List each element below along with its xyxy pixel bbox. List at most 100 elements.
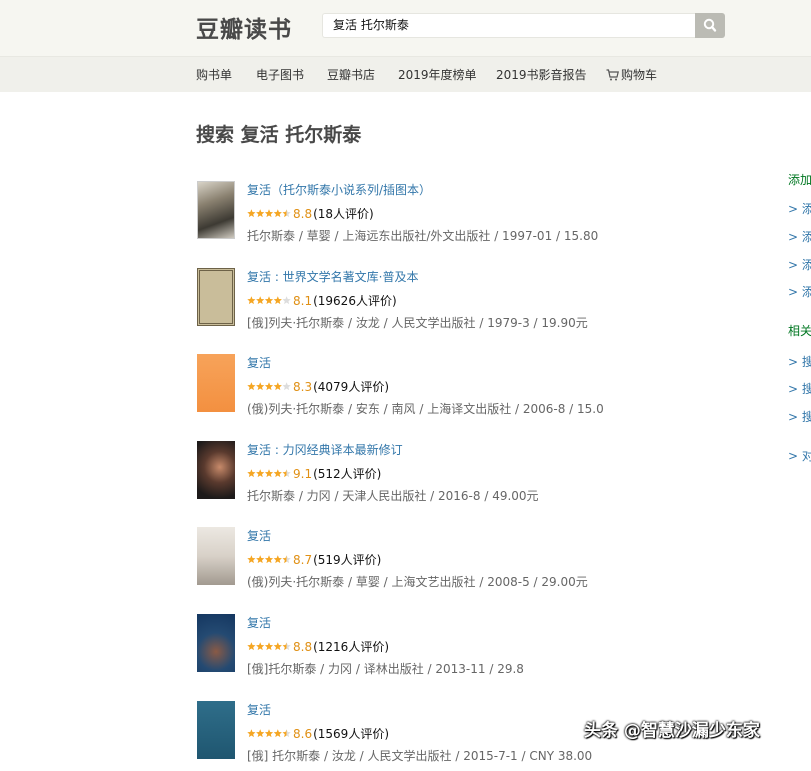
star-icon — [282, 296, 291, 305]
book-cover[interactable] — [197, 701, 235, 759]
nav-annual-report[interactable]: 2019书影音报告 — [496, 66, 587, 83]
star-icon — [256, 296, 265, 305]
rating-stars-icon — [247, 382, 291, 391]
rating-line: 8.3(4079人评价) — [247, 378, 389, 395]
rating-score: 8.8 — [293, 207, 313, 221]
rating-score: 8.1 — [293, 294, 313, 308]
nav-bar: 购书单 电子图书 豆瓣书店 2019年度榜单 2019书影音报告 购物车 — [0, 56, 811, 92]
nav-cart[interactable]: 购物车 — [606, 66, 657, 83]
book-cover[interactable] — [197, 527, 235, 585]
rating-count: (512人评价) — [313, 467, 382, 481]
rating-stars-icon — [247, 729, 291, 738]
book-meta: 托尔斯泰 / 草婴 / 上海远东出版社/外文出版社 / 1997-01 / 15… — [247, 229, 599, 243]
star-icon — [247, 555, 256, 564]
book-title-link[interactable]: 复活（托尔斯泰小说系列/插图本） — [247, 181, 431, 198]
result-item: 复活 8.8(1216人评价) [俄]托尔斯泰 / 力冈 / 译林出版社 / 2… — [197, 614, 717, 684]
book-cover[interactable] — [197, 441, 235, 499]
rating-score: 8.8 — [293, 640, 313, 654]
star-icon — [282, 555, 291, 564]
rating-stars-icon — [247, 555, 291, 564]
rating-score: 8.6 — [293, 727, 313, 741]
star-icon — [247, 642, 256, 651]
book-title-link[interactable]: 复活 — [247, 527, 271, 544]
rating-stars-icon — [247, 296, 291, 305]
star-icon — [282, 642, 291, 651]
sidebar-search-link[interactable]: > 搜 — [788, 408, 811, 425]
star-icon — [256, 469, 265, 478]
book-meta: 托尔斯泰 / 力冈 / 天津人民出版社 / 2016-8 / 49.00元 — [247, 489, 539, 503]
book-cover[interactable] — [197, 181, 235, 239]
star-icon — [264, 555, 274, 564]
star-icon — [264, 729, 274, 738]
star-icon — [256, 729, 265, 738]
star-icon — [247, 729, 256, 738]
rating-count: (1216人评价) — [313, 640, 389, 654]
star-icon — [273, 469, 282, 478]
book-meta: [俄]列夫·托尔斯泰 / 汝龙 / 人民文学出版社 / 1979-3 / 19.… — [247, 316, 588, 330]
nav-annual-chart[interactable]: 2019年度榜单 — [398, 66, 477, 83]
search-input[interactable]: 复活 托尔斯泰 — [322, 13, 695, 38]
rating-score: 8.7 — [293, 553, 313, 567]
star-icon — [282, 382, 291, 391]
rating-score: 9.1 — [293, 467, 313, 481]
rating-count: (519人评价) — [313, 553, 382, 567]
rating-stars-icon — [247, 642, 291, 651]
nav-cart-label: 购物车 — [621, 68, 658, 82]
book-title-link[interactable]: 复活 — [247, 354, 271, 371]
sidebar-add-link[interactable]: > 添 — [788, 228, 811, 245]
star-icon — [256, 555, 265, 564]
sidebar-add-link[interactable]: > 添 — [788, 256, 811, 273]
star-icon — [273, 382, 282, 391]
star-icon — [256, 642, 265, 651]
book-meta: (俄)列夫·托尔斯泰 / 安东 / 南风 / 上海译文出版社 / 2006-8 … — [247, 402, 604, 416]
book-meta: [俄] 托尔斯泰 / 汝龙 / 人民文学出版社 / 2015-7-1 / CNY… — [247, 749, 593, 763]
rating-line: 8.6(1569人评价) — [247, 725, 389, 742]
star-icon — [264, 382, 274, 391]
page-title: 搜索 复活 托尔斯泰 — [196, 124, 362, 146]
star-icon — [247, 209, 256, 218]
book-title-link[interactable]: 复活 — [247, 614, 271, 631]
star-icon — [273, 642, 282, 651]
search-button[interactable] — [695, 13, 725, 38]
sidebar-compare-link[interactable]: > 对 — [788, 447, 811, 464]
star-icon — [264, 642, 274, 651]
star-icon — [247, 382, 256, 391]
book-cover[interactable] — [197, 354, 235, 412]
book-title-link[interactable]: 复活 : 世界文学名著文库·普及本 — [247, 268, 419, 285]
star-icon — [264, 209, 274, 218]
star-icon — [282, 209, 291, 218]
rating-line: 8.7(519人评价) — [247, 551, 381, 568]
sidebar-heading-add: 添加 — [788, 173, 811, 187]
rating-count: (4079人评价) — [313, 380, 389, 394]
rating-count: (19626人评价) — [313, 294, 397, 308]
rating-line: 9.1(512人评价) — [247, 465, 381, 482]
rating-line: 8.8(18人评价) — [247, 205, 374, 222]
nav-ebooks[interactable]: 电子图书 — [256, 66, 304, 83]
rating-stars-icon — [247, 209, 291, 218]
douban-book-logo[interactable]: 豆瓣读书 — [196, 10, 292, 44]
rating-count: (1569人评价) — [313, 727, 389, 741]
book-title-link[interactable]: 复活 : 力冈经典译本最新修订 — [247, 441, 403, 458]
rating-line: 8.8(1216人评价) — [247, 638, 389, 655]
sidebar-add-link[interactable]: > 添 — [788, 200, 811, 217]
result-item: 复活 8.3(4079人评价) (俄)列夫·托尔斯泰 / 安东 / 南风 / 上… — [197, 354, 717, 424]
nav-booklist[interactable]: 购书单 — [196, 66, 232, 83]
book-title-link[interactable]: 复活 — [247, 701, 271, 718]
search-icon — [703, 18, 717, 32]
sidebar-search-link[interactable]: > 搜 — [788, 380, 811, 397]
star-icon — [247, 296, 256, 305]
sidebar-add-link[interactable]: > 添 — [788, 283, 811, 300]
rating-score: 8.3 — [293, 380, 313, 394]
result-item: 复活 : 力冈经典译本最新修订 9.1(512人评价) 托尔斯泰 / 力冈 / … — [197, 441, 717, 511]
nav-bookstore[interactable]: 豆瓣书店 — [327, 66, 375, 83]
book-cover[interactable] — [197, 614, 235, 672]
cart-icon — [606, 69, 619, 81]
rating-stars-icon — [247, 469, 291, 478]
star-icon — [264, 469, 274, 478]
star-icon — [282, 469, 291, 478]
rating-line: 8.1(19626人评价) — [247, 292, 397, 309]
rating-count: (18人评价) — [313, 207, 374, 221]
sidebar-search-link[interactable]: > 搜 — [788, 353, 811, 370]
book-cover[interactable] — [197, 268, 235, 326]
star-icon — [256, 382, 265, 391]
